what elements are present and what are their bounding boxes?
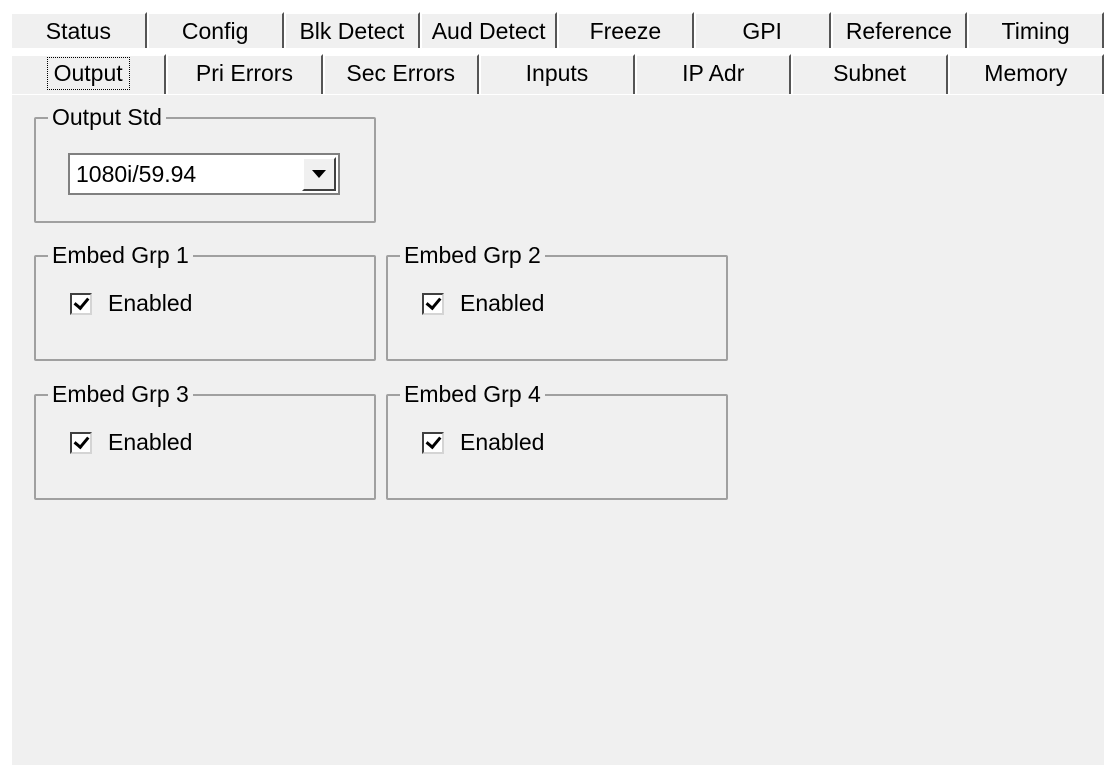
embed-grp-4-group: Embed Grp 4 Enabled [386,380,728,500]
tab-ip-adr[interactable]: IP Adr [635,54,792,94]
tab-label: Output [46,56,130,90]
chevron-down-icon [312,170,326,178]
output-std-value: 1080i/59.94 [76,160,197,187]
tab-label: Subnet [833,59,906,86]
tab-memory[interactable]: Memory [947,54,1104,94]
embed-grp-1-title: Embed Grp 1 [48,241,193,269]
tab-blk-detect[interactable]: Blk Detect [283,12,421,48]
tab-label: Blk Detect [299,17,405,44]
tab-pri-errors[interactable]: Pri Errors [166,54,323,94]
tab-label: Status [45,17,111,44]
embed-grp-1-checkbox[interactable] [70,292,92,315]
tab-label: Timing [1001,17,1070,44]
embed-grp-2-checkbox[interactable] [422,292,444,315]
tab-aud-detect[interactable]: Aud Detect [420,12,557,48]
output-std-title: Output Std [48,103,166,131]
tab-timing[interactable]: Timing [967,12,1104,48]
tab-reference[interactable]: Reference [830,12,968,48]
tab-label: Memory [984,59,1068,86]
tab-subnet[interactable]: Subnet [791,54,948,94]
embed-grp-4-title: Embed Grp 4 [400,380,545,408]
embed-grp-2-group: Embed Grp 2 Enabled [386,241,728,361]
embed-grp-2-checkbox-row[interactable]: Enabled [422,290,544,317]
tab-label: Inputs [525,59,589,86]
embed-grp-4-checkbox[interactable] [422,431,444,454]
tab-label: GPI [742,17,782,44]
tab-gpi[interactable]: GPI [693,12,831,48]
tab-config[interactable]: Config [146,12,284,48]
embed-grp-1-checkbox-label[interactable]: Enabled [108,290,192,317]
tab-output[interactable]: Output [10,54,167,94]
tab-inputs[interactable]: Inputs [478,54,636,94]
tab-freeze[interactable]: Freeze [557,12,694,48]
embed-grp-4-checkbox-row[interactable]: Enabled [422,429,544,456]
tab-label: Freeze [589,17,662,44]
tab-label: IP Adr [682,59,745,86]
tab-label: Sec Errors [346,59,456,86]
tab-row-back: Status Config Blk Detect Aud Detect Free… [10,10,1104,48]
embed-grp-3-group: Embed Grp 3 Enabled [34,380,376,500]
tab-sec-errors[interactable]: Sec Errors [322,54,479,94]
embed-grp-2-checkbox-label[interactable]: Enabled [460,290,544,317]
embed-grp-1-group: Embed Grp 1 Enabled [34,241,376,361]
embed-grp-1-checkbox-row[interactable]: Enabled [70,290,192,317]
embed-grp-3-checkbox[interactable] [70,431,92,454]
dropdown-arrow-button[interactable] [302,157,336,191]
output-tab-panel: Output Std 1080i/59.94 Embed Grp 1 Enabl… [10,93,1104,765]
tab-label: Aud Detect [431,17,546,44]
tab-status[interactable]: Status [10,12,147,48]
tab-label: Config [181,17,249,44]
embed-grp-3-title: Embed Grp 3 [48,380,193,408]
embed-grp-2-title: Embed Grp 2 [400,241,545,269]
embed-grp-4-checkbox-label[interactable]: Enabled [460,429,544,456]
tab-row-front: Output Pri Errors Sec Errors Inputs IP A… [10,46,1104,94]
output-std-group: Output Std 1080i/59.94 [34,103,376,223]
embed-grp-3-checkbox-row[interactable]: Enabled [70,429,192,456]
output-std-dropdown[interactable]: 1080i/59.94 [68,153,340,195]
tab-label: Reference [845,17,952,44]
tab-label: Pri Errors [195,59,293,86]
embed-grp-3-checkbox-label[interactable]: Enabled [108,429,192,456]
